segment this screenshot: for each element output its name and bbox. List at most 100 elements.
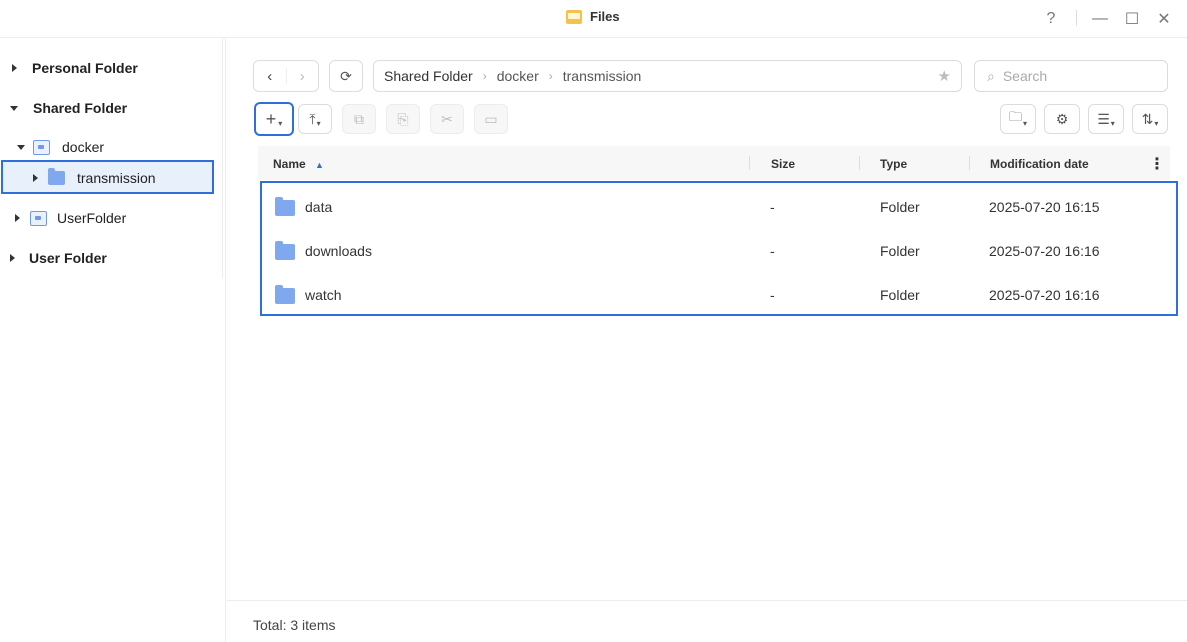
copy-button[interactable]: ⧉ <box>342 104 376 134</box>
rename-button[interactable]: ▭ <box>474 104 508 134</box>
window-title: Files <box>566 9 620 24</box>
minimize-icon[interactable]: — <box>1089 8 1111 30</box>
expand-caret-icon[interactable] <box>10 254 15 262</box>
help-icon[interactable]: ? <box>1040 8 1062 30</box>
dropdown-caret-icon: ▾ <box>1023 118 1028 128</box>
dropdown-caret-icon: ▾ <box>1110 118 1115 128</box>
collapse-caret-icon[interactable] <box>17 144 25 150</box>
settings-button[interactable]: ⚙ <box>1044 104 1080 134</box>
file-modified: 2025-07-20 16:16 <box>989 287 1100 303</box>
column-header-type[interactable]: Type <box>880 157 907 171</box>
upload-button[interactable]: ⤒ ▾ <box>298 104 332 134</box>
tree-label: docker <box>62 139 105 155</box>
sort-ascending-icon: ▲ <box>315 160 324 170</box>
file-size: - <box>770 287 775 303</box>
sidebar: Personal Folder Shared Folder docker tra… <box>0 38 226 642</box>
file-size: - <box>770 243 775 259</box>
file-name: downloads <box>305 243 372 259</box>
dropdown-caret-icon: ▾ <box>278 118 283 128</box>
back-icon[interactable]: ‹ <box>254 61 286 91</box>
paste-icon: ⎘ <box>397 110 409 127</box>
file-modified: 2025-07-20 16:15 <box>989 199 1100 215</box>
sort-button[interactable]: ⇅ ▾ <box>1132 104 1168 134</box>
column-divider[interactable] <box>969 156 970 170</box>
folder-icon <box>275 241 295 260</box>
files-app-icon <box>566 9 582 24</box>
tools-button[interactable]: 🗀 ▾ <box>1000 104 1036 134</box>
dropdown-caret-icon: ▾ <box>316 118 321 128</box>
column-header-name[interactable]: Name ▲ <box>273 157 324 171</box>
plus-icon: + <box>265 108 277 129</box>
folder-icon <box>275 285 295 304</box>
table-row[interactable]: downloads - Folder 2025-07-20 16:16 <box>262 229 1176 273</box>
column-header-modified[interactable]: Modification date <box>990 157 1089 171</box>
breadcrumb[interactable]: Shared Folder › docker › transmission ★ <box>373 60 962 92</box>
expand-caret-icon[interactable] <box>12 64 17 72</box>
dropdown-caret-icon: ▾ <box>1154 118 1159 128</box>
refresh-icon: ⟳ <box>340 67 352 84</box>
table-header: Name ▲ Size Type Modification date ⋮ <box>258 146 1170 180</box>
copy-icon: ⧉ <box>354 110 364 127</box>
rename-icon: ▭ <box>484 110 498 127</box>
file-type: Folder <box>880 243 920 259</box>
file-modified: 2025-07-20 16:16 <box>989 243 1100 259</box>
tree-transmission[interactable]: transmission <box>33 168 156 186</box>
table-row[interactable]: watch - Folder 2025-07-20 16:16 <box>262 273 1176 317</box>
shared-folder-icon <box>33 139 50 155</box>
create-button[interactable]: + ▾ <box>254 102 294 136</box>
breadcrumb-item[interactable]: docker <box>497 68 539 84</box>
folder-icon <box>48 168 65 185</box>
tree-label: Shared Folder <box>33 100 128 116</box>
collapse-caret-icon[interactable] <box>10 105 18 111</box>
favorite-star-icon[interactable]: ★ <box>938 67 951 85</box>
scissors-icon: ✂ <box>441 110 453 127</box>
paste-button[interactable]: ⎘ <box>386 104 420 134</box>
toolbox-icon: 🗀 <box>1008 109 1022 124</box>
close-icon[interactable]: ✕ <box>1153 8 1175 30</box>
sort-icon: ⇅ <box>1141 110 1154 127</box>
view-mode-button[interactable]: ☰ ▾ <box>1088 104 1124 134</box>
tree-label: Personal Folder <box>32 60 138 76</box>
column-header-size[interactable]: Size <box>771 157 795 171</box>
breadcrumb-separator-icon: › <box>548 69 553 83</box>
column-divider[interactable] <box>859 156 860 170</box>
forward-icon[interactable]: › <box>285 68 319 85</box>
tree-label: transmission <box>77 170 156 186</box>
window-title-text: Files <box>590 9 620 24</box>
history-nav: ‹ › <box>253 60 319 92</box>
title-divider <box>1076 10 1077 26</box>
file-name: watch <box>305 287 342 303</box>
file-size: - <box>770 199 775 215</box>
gear-icon: ⚙ <box>1055 110 1069 127</box>
tree-label: UserFolder <box>57 210 127 226</box>
refresh-button[interactable]: ⟳ <box>329 60 363 92</box>
status-bar: Total: 3 items <box>227 600 1187 642</box>
tree-personal-folder[interactable]: Personal Folder <box>12 60 138 76</box>
sidebar-divider <box>222 38 223 278</box>
file-list: data - Folder 2025-07-20 16:15 downloads… <box>260 181 1178 316</box>
user-share-icon <box>30 210 47 226</box>
list-view-icon: ☰ <box>1097 110 1110 127</box>
column-divider[interactable] <box>749 156 750 170</box>
expand-caret-icon[interactable] <box>33 174 38 182</box>
search-icon: ⌕ <box>987 67 995 84</box>
cut-button[interactable]: ✂ <box>430 104 464 134</box>
breadcrumb-item[interactable]: transmission <box>563 68 642 84</box>
breadcrumb-separator-icon: › <box>482 69 487 83</box>
tree-user-folder[interactable]: User Folder <box>10 250 107 266</box>
tree-userfolder-share[interactable]: UserFolder <box>15 210 126 226</box>
folder-icon <box>275 197 295 216</box>
expand-caret-icon[interactable] <box>15 214 20 222</box>
tree-docker[interactable]: docker <box>17 139 104 155</box>
search-input[interactable]: ⌕ Search <box>974 60 1168 92</box>
column-header-label: Name <box>273 157 306 171</box>
title-bar: Files ? — ☐ ✕ <box>0 0 1187 38</box>
tree-label: User Folder <box>29 250 107 266</box>
breadcrumb-item[interactable]: Shared Folder <box>384 68 473 84</box>
more-options-icon[interactable]: ⋮ <box>1149 154 1165 174</box>
search-placeholder: Search <box>1002 68 1048 84</box>
tree-shared-folder[interactable]: Shared Folder <box>10 100 127 116</box>
table-row[interactable]: data - Folder 2025-07-20 16:15 <box>262 185 1176 229</box>
file-name: data <box>305 199 333 215</box>
maximize-icon[interactable]: ☐ <box>1121 8 1143 30</box>
